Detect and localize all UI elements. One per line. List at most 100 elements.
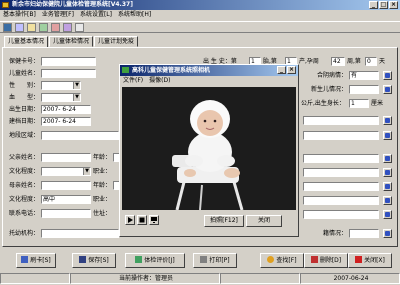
bottom-button-bar: 刷卡[S] 保存[S] 体检评价[J] 打印[P] 查找[F] 删除[D] 关闭… <box>0 250 400 270</box>
education2-label: 文化程度： <box>9 196 40 203</box>
toolbar-print-icon[interactable] <box>51 22 60 32</box>
chevron-down-icon[interactable]: ▼ <box>83 168 90 175</box>
father-age-label: 年龄： <box>93 154 112 161</box>
right-field-6[interactable] <box>303 196 379 205</box>
toolbar-exam-icon[interactable] <box>15 22 24 32</box>
menu-settings[interactable]: 系统设置[L] <box>80 10 112 20</box>
menu-help[interactable]: 系统帮助[H] <box>118 10 151 20</box>
camera-preview <box>122 87 296 210</box>
camera-menu-file[interactable]: 文件(F) <box>123 76 143 85</box>
nursery-input[interactable] <box>41 229 119 238</box>
education2-select[interactable]: 高中 <box>41 195 91 204</box>
camera-title-bar: 高科儿童保健管理系统照相机 _ × <box>120 65 298 76</box>
pick-icon[interactable] <box>383 196 392 205</box>
birth-date-input[interactable]: 2007- 6-24 <box>41 105 91 114</box>
chevron-down-icon[interactable]: ▼ <box>73 82 80 89</box>
gest-day-input[interactable]: 0 <box>365 57 377 66</box>
gest-week-unit: 周,第 <box>347 58 361 65</box>
find-button[interactable]: 查找[F] <box>260 253 304 268</box>
maximize-button[interactable]: □ <box>379 1 388 9</box>
print-button[interactable]: 打印[P] <box>193 253 237 268</box>
stop-icon[interactable] <box>137 215 147 225</box>
right-field-5[interactable] <box>303 182 379 191</box>
toolbar-card-icon[interactable] <box>3 22 12 32</box>
monitor-icon[interactable] <box>149 215 159 225</box>
camera-close-button[interactable]: × <box>287 66 296 74</box>
blood-select[interactable]: ▼ <box>41 93 81 102</box>
neonatal-select[interactable] <box>349 85 379 94</box>
app-icon <box>2 2 9 8</box>
window-title: 新余市妇幼保健院儿童体检管理系统[V4.37] <box>12 1 133 8</box>
gest-week-input[interactable]: 42 <box>331 57 345 66</box>
occupation1-label: 职业： <box>93 168 112 175</box>
tab-exam-info[interactable]: 儿童体检情况 <box>49 36 94 47</box>
child-name-input[interactable] <box>41 69 96 78</box>
father-name-input[interactable] <box>41 153 91 162</box>
pick-icon[interactable] <box>383 210 392 219</box>
evaluate-icon <box>135 256 143 263</box>
pick-icon[interactable] <box>383 71 392 80</box>
father-name-label: 父亲姓名： <box>9 154 40 161</box>
pick-icon[interactable] <box>383 116 392 125</box>
occupation2-label: 职业： <box>93 196 112 203</box>
menu-basic[interactable]: 基本操作[B] <box>3 10 36 20</box>
menu-business[interactable]: 业务管理[F] <box>42 10 74 20</box>
right-field-4[interactable] <box>303 168 379 177</box>
mother-name-input[interactable] <box>41 181 91 190</box>
status-date: 2007-06-24 <box>300 273 400 284</box>
capture-button[interactable]: 拍照[F12] <box>204 215 244 227</box>
birth-length-label: 公斤,出生身长： <box>301 100 345 107</box>
consang-select[interactable]: 有 <box>349 71 379 80</box>
toolbar-immune-icon[interactable] <box>27 22 36 32</box>
camera-close-text-button[interactable]: 关闭 <box>246 215 282 227</box>
play-icon[interactable] <box>125 215 135 225</box>
camera-controls: 拍照[F12] 关闭 <box>122 212 296 232</box>
card-no-label: 保健卡号： <box>9 58 40 65</box>
title-bar: 新余市妇幼保健院儿童体检管理系统[V4.37] _ □ × <box>0 0 400 10</box>
phone-input[interactable] <box>41 209 91 218</box>
toolbar-exit-icon[interactable] <box>75 22 84 32</box>
right-field-2[interactable] <box>303 131 379 140</box>
district-input[interactable] <box>41 131 119 140</box>
close-button[interactable]: 关闭[X] <box>348 253 392 268</box>
camera-window: 高科儿童保健管理系统照相机 _ × 文件(F) 摄像(D) 拍照[F12] 关闭 <box>119 64 299 237</box>
toolbar-tools-icon[interactable] <box>63 22 72 32</box>
right-field-7[interactable] <box>303 210 379 219</box>
chevron-down-icon[interactable]: ▼ <box>73 94 80 101</box>
minimize-button[interactable]: _ <box>369 1 378 9</box>
pick-icon[interactable] <box>383 168 392 177</box>
sex-select[interactable]: ▼ <box>41 81 81 90</box>
education1-label: 文化程度： <box>9 168 40 175</box>
exam-eval-button[interactable]: 体检评价[J] <box>125 253 185 268</box>
pick-icon[interactable] <box>383 182 392 191</box>
save-button[interactable]: 保存[S] <box>72 253 116 268</box>
baby-photo <box>122 87 296 210</box>
pick-icon[interactable] <box>383 154 392 163</box>
status-blank-2 <box>220 273 300 284</box>
nursery-label: 托幼机构： <box>9 230 40 237</box>
menu-bar: 基本操作[B] 业务管理[F] 系统设置[L] 系统帮助[H] <box>0 10 400 20</box>
address-label: 住址： <box>93 210 112 217</box>
card-no-input[interactable] <box>41 57 96 66</box>
close-window-button[interactable]: × <box>389 1 398 9</box>
phone-label: 联系电话： <box>9 210 40 217</box>
birth-length-input[interactable]: 1 <box>349 99 369 108</box>
care-select[interactable] <box>349 229 379 238</box>
pick-icon[interactable] <box>383 85 392 94</box>
status-blank <box>0 273 70 284</box>
pick-icon[interactable] <box>383 131 392 140</box>
pick-icon[interactable] <box>383 229 392 238</box>
education1-select[interactable]: ▼ <box>41 167 91 176</box>
right-field-1[interactable] <box>303 116 379 125</box>
record-date-input[interactable]: 2007- 6-24 <box>41 117 91 126</box>
camera-menu-capture[interactable]: 摄像(D) <box>149 76 170 85</box>
gest-day-unit: 天 <box>379 58 386 65</box>
camera-minimize-button[interactable]: _ <box>277 66 286 74</box>
status-bar: 当前操作者：管理员 2007-06-24 <box>0 272 400 285</box>
tab-immunization[interactable]: 儿童计划免疫 <box>94 36 139 47</box>
toolbar-list-icon[interactable] <box>39 22 48 32</box>
swipe-card-button[interactable]: 刷卡[S] <box>16 253 56 268</box>
mother-age-label: 年龄： <box>93 182 112 189</box>
right-field-3[interactable] <box>303 154 379 163</box>
delete-button[interactable]: 删除[D] <box>304 253 348 268</box>
